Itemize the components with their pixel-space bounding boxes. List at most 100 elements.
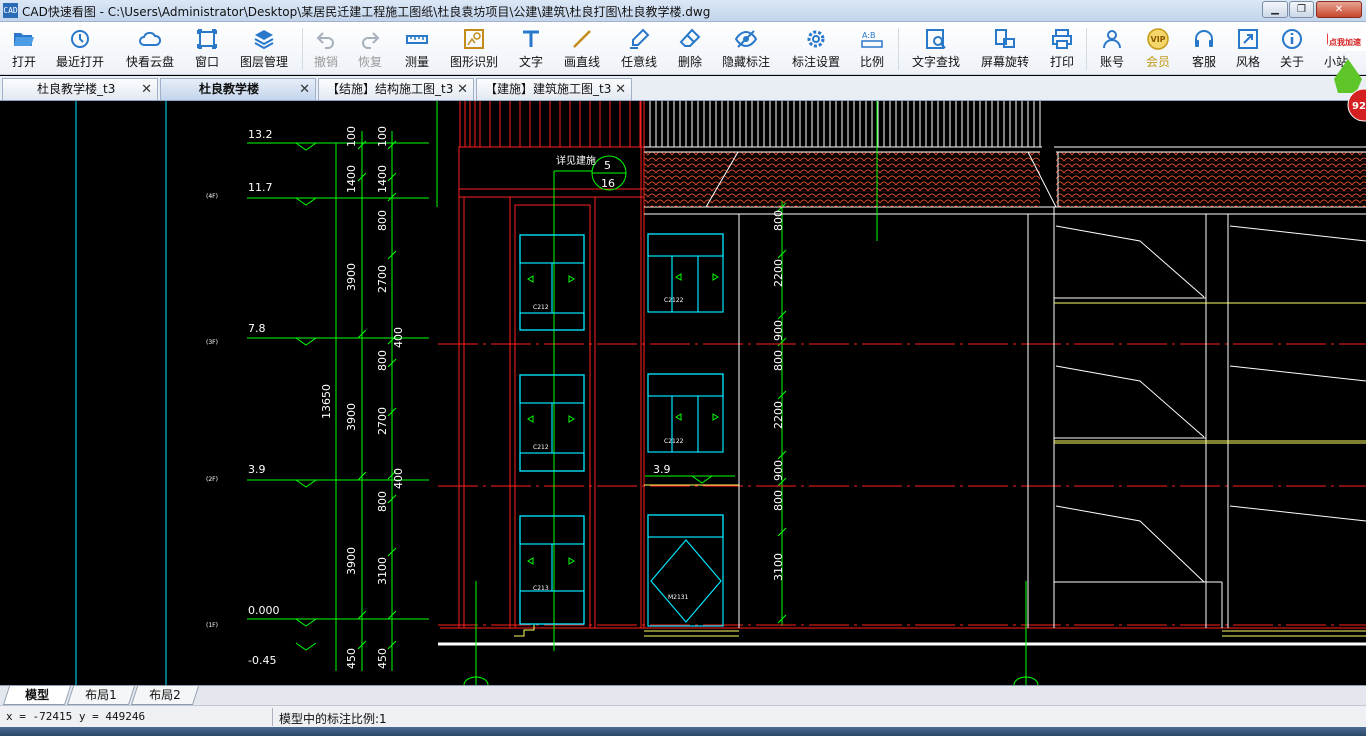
measure-button[interactable]: 测量 xyxy=(398,24,436,74)
annotation-scale: 模型中的标注比例:1 xyxy=(279,712,387,726)
cad-drawing[interactable]: 13.2 11.7 7.8 3.9 0.000 -0.45 3.9 (4F) (… xyxy=(0,101,1366,685)
close-icon[interactable]: ✕ xyxy=(615,79,626,100)
freeline-button[interactable]: 任意线 xyxy=(616,24,662,74)
scale-icon: A:B xyxy=(852,24,892,54)
maximize-button[interactable]: ❐ xyxy=(1289,1,1314,18)
level-text: 0.000 xyxy=(248,604,280,617)
shape-recognize-icon xyxy=(446,24,502,54)
minimize-button[interactable]: ▁ xyxy=(1262,1,1288,18)
tab-label: 【建施】建筑施工图_t3 xyxy=(485,82,612,96)
open-button[interactable]: 打开 xyxy=(4,24,44,74)
tab-dulang[interactable]: 杜良教学楼 ✕ xyxy=(160,78,316,100)
window-button[interactable]: 窗口 xyxy=(188,24,226,74)
print-button[interactable]: 打印 xyxy=(1044,24,1080,74)
floor-tag: (4F) xyxy=(206,193,218,200)
find-text-label: 文字查找 xyxy=(911,55,960,69)
folder-icon xyxy=(4,24,44,54)
tab-dulang-t3[interactable]: 杜良教学楼_t3 ✕ xyxy=(2,78,158,100)
support-label: 客服 xyxy=(1191,55,1216,69)
layout-tab-model[interactable]: 模型 xyxy=(2,686,72,705)
dim-text: 800 xyxy=(772,210,785,231)
hide-annotations-button[interactable]: 隐藏标注 xyxy=(718,24,774,74)
rotate-screen-button[interactable]: 屏幕旋转 xyxy=(976,24,1034,74)
delete-button[interactable]: 删除 xyxy=(672,24,708,74)
line-button[interactable]: 画直线 xyxy=(560,24,604,74)
ruler-icon xyxy=(398,24,436,54)
find-text-button[interactable]: 文字查找 xyxy=(906,24,966,74)
main-toolbar: 打开 最近打开 快看云盘 窗口 图层管理 撤销 恢复 测量 图形识别 文字 画直… xyxy=(0,22,1366,75)
boost-text: 点我加速 xyxy=(1329,37,1361,47)
about-button[interactable]: 关于 xyxy=(1274,24,1310,74)
undo-button[interactable]: 撤销 xyxy=(308,24,344,74)
level-text: 3.9 xyxy=(653,463,671,476)
drawing-canvas[interactable]: 13.2 11.7 7.8 3.9 0.000 -0.45 3.9 (4F) (… xyxy=(0,101,1366,685)
eraser-icon xyxy=(672,24,708,54)
rotate-screen-icon xyxy=(976,24,1034,54)
find-text-icon xyxy=(906,24,966,54)
dim-text: 800 xyxy=(376,491,389,512)
tab-structure[interactable]: 【结施】结构施工图_t3 ✕ xyxy=(318,78,474,100)
text-button[interactable]: 文字 xyxy=(512,24,550,74)
layout-tab-1[interactable]: 布局1 xyxy=(66,686,136,705)
scale-button[interactable]: A:B 比例 xyxy=(852,24,892,74)
total-dim-text: 13650 xyxy=(320,384,333,419)
line-label: 画直线 xyxy=(563,55,600,69)
pen-icon xyxy=(616,24,662,54)
os-taskbar xyxy=(0,727,1366,736)
level-text: 11.7 xyxy=(248,181,273,194)
cloud-button[interactable]: 快看云盘 xyxy=(122,24,178,74)
hide-annotations-label: 隐藏标注 xyxy=(721,55,770,69)
layers-button[interactable]: 图层管理 xyxy=(236,24,292,74)
dim-text: 900 xyxy=(772,320,785,341)
tab-label: 杜良教学楼_t3 xyxy=(37,82,116,96)
cursor-coordinates: x = -72415 y = 449246 xyxy=(6,710,146,723)
tab-architecture[interactable]: 【建施】建筑施工图_t3 ✕ xyxy=(476,78,632,100)
account-label: 账号 xyxy=(1099,55,1124,69)
style-label: 风格 xyxy=(1235,55,1260,69)
dim-text: 1400 xyxy=(345,165,358,193)
dim-text: 800 xyxy=(772,490,785,511)
dim-text: 100 xyxy=(376,126,389,147)
window-label: 窗口 xyxy=(194,55,219,69)
close-icon[interactable]: ✕ xyxy=(299,79,310,100)
shape-recognize-button[interactable]: 图形识别 xyxy=(446,24,502,74)
delete-label: 删除 xyxy=(677,55,702,69)
dim-text: 3900 xyxy=(345,403,358,431)
close-button[interactable]: ✕ xyxy=(1316,1,1362,18)
window-tag: C2122 xyxy=(664,438,684,445)
expand-icon xyxy=(1230,24,1266,54)
support-button[interactable]: 客服 xyxy=(1186,24,1222,74)
document-tabs: 杜良教学楼_t3 ✕ 杜良教学楼 ✕ 【结施】结构施工图_t3 ✕ 【建施】建筑… xyxy=(0,76,1366,101)
dim-text: 400 xyxy=(392,468,405,489)
account-button[interactable]: 账号 xyxy=(1094,24,1130,74)
window-icon xyxy=(188,24,226,54)
dim-text: 100 xyxy=(345,126,358,147)
redo-button[interactable]: 恢复 xyxy=(352,24,388,74)
status-bar: x = -72415 y = 449246 模型中的标注比例:1 xyxy=(0,705,1366,727)
scale-badge-text: A:B xyxy=(862,31,876,40)
style-button[interactable]: 风格 xyxy=(1230,24,1266,74)
undo-icon xyxy=(308,24,344,54)
dim-text: 3900 xyxy=(345,547,358,575)
vip-badge-text: VIP xyxy=(1151,35,1166,44)
window-title: CAD快速看图 - C:\Users\Administrator\Desktop… xyxy=(22,5,711,19)
floor-tag: (2F) xyxy=(206,476,218,483)
layout-tab-2[interactable]: 布局2 xyxy=(130,686,200,705)
close-icon[interactable]: ✕ xyxy=(457,79,468,100)
close-icon[interactable]: ✕ xyxy=(141,79,152,100)
window-tag: C212 xyxy=(533,304,549,311)
vip-icon: VIP xyxy=(1140,24,1176,54)
detail-note: 详见建施 xyxy=(556,154,596,167)
recent-button[interactable]: 最近打开 xyxy=(52,24,108,74)
toolbar-separator xyxy=(898,28,899,70)
speed-boost-badge[interactable]: 点我加速 92 xyxy=(1328,33,1366,133)
dim-text: 3900 xyxy=(345,263,358,291)
title-bar: CAD CAD快速看图 - C:\Users\Administrator\Des… xyxy=(0,0,1366,22)
dim-text: 450 xyxy=(376,648,389,669)
scale-label: 比例 xyxy=(859,55,884,69)
user-icon xyxy=(1094,24,1130,54)
member-button[interactable]: VIP 会员 xyxy=(1140,24,1176,74)
redo-label: 恢复 xyxy=(357,55,382,69)
annotation-settings-button[interactable]: 标注设置 xyxy=(788,24,844,74)
undo-label: 撤销 xyxy=(313,55,338,69)
